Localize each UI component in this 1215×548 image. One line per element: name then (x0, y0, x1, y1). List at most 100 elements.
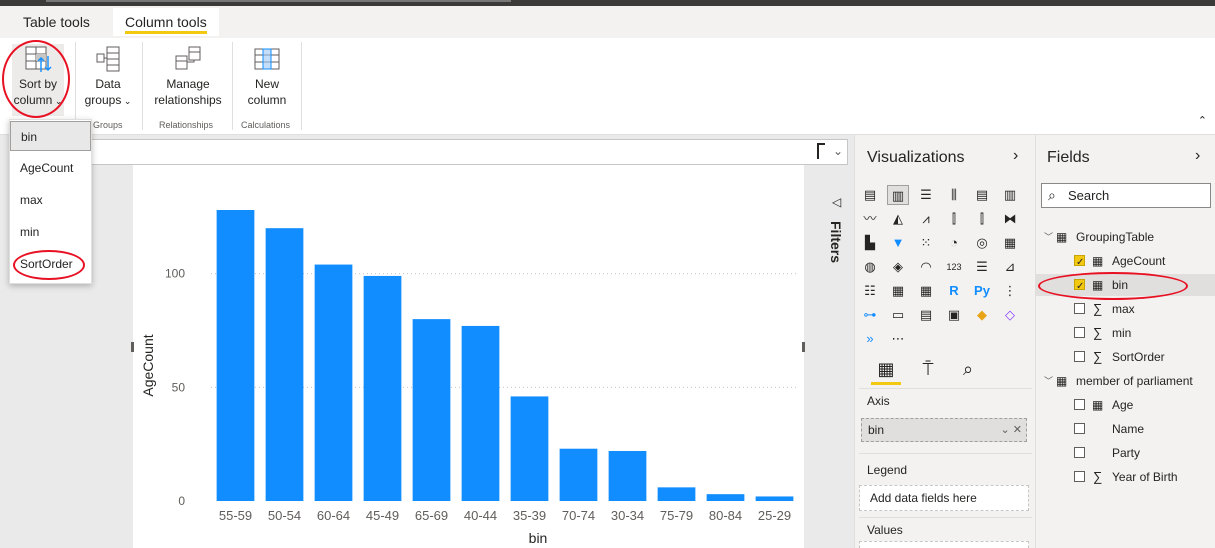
donut-chart-icon[interactable]: ◎ (971, 233, 993, 253)
legend-well-dropzone[interactable]: Add data fields here (859, 485, 1029, 511)
bar[interactable] (363, 275, 402, 501)
sort-by-column-button[interactable]: Sort by column ⌄ (12, 44, 64, 116)
menu-item-agecount[interactable]: AgeCount (10, 153, 91, 183)
bar[interactable] (755, 496, 794, 501)
menu-item-max[interactable]: max (10, 185, 91, 215)
area-chart-icon[interactable]: ◭ (887, 209, 909, 229)
tab-table-tools[interactable]: Table tools (11, 8, 102, 36)
bar[interactable] (461, 325, 500, 501)
bar[interactable] (706, 494, 745, 501)
field-agecount[interactable]: ▦ AgeCount (1036, 250, 1215, 274)
checkbox[interactable] (1074, 423, 1085, 434)
r-script-visual-icon[interactable]: R (943, 281, 965, 301)
bar[interactable] (608, 450, 647, 501)
axis-well-field[interactable]: bin ⌄ ✕ (861, 418, 1027, 442)
checkbox[interactable] (1074, 276, 1085, 298)
table-member-of-parliament[interactable]: ﹀ ▦ member of parliament (1036, 370, 1215, 392)
bar[interactable] (510, 396, 549, 501)
slicer-icon[interactable]: ☷ (859, 281, 881, 301)
100-stacked-bar-chart-icon[interactable]: ▤ (971, 185, 993, 205)
new-column-button[interactable]: New column (240, 44, 294, 108)
menu-item-sortorder[interactable]: SortOrder (10, 249, 91, 279)
table-icon[interactable]: ▦ (887, 281, 909, 301)
data-groups-button[interactable]: Data groups ⌄ (80, 44, 136, 109)
resize-handle-right[interactable] (802, 342, 805, 352)
clustered-column-chart-icon[interactable]: ⫼ (943, 185, 965, 205)
fields-tab-icon[interactable]: ▦ (869, 355, 903, 385)
field-max[interactable]: ∑ max (1036, 298, 1215, 320)
menu-item-bin[interactable]: bin (10, 121, 91, 151)
stacked-column-chart-icon[interactable]: ▥ (887, 185, 909, 205)
field-min[interactable]: ∑ min (1036, 322, 1215, 344)
formula-bar[interactable]: ⌄ (90, 139, 848, 165)
bar-chart-visual[interactable]: 0 50 100 55-59 50-54 60-64 45-49 65-69 40-44 35-3… (133, 165, 804, 548)
field-sortorder[interactable]: ∑ SortOrder (1036, 346, 1215, 368)
line-chart-icon[interactable]: 〰 (859, 209, 881, 229)
menu-item-min[interactable]: min (10, 217, 91, 247)
multi-row-card-icon[interactable]: ☰ (971, 257, 993, 277)
bar[interactable] (559, 448, 598, 501)
power-automate-icon[interactable]: » (859, 329, 881, 349)
checkbox[interactable] (1074, 327, 1085, 338)
field-bin[interactable]: ▦ bin (1036, 274, 1215, 298)
bar[interactable] (265, 228, 304, 501)
card-icon[interactable]: 123 (943, 257, 965, 277)
kpi-icon[interactable]: ⊿ (999, 257, 1021, 277)
table-grouping-table[interactable]: ﹀ ▦ GroupingTable (1036, 226, 1215, 248)
collapse-ribbon-icon[interactable]: ⌃ (1198, 114, 1207, 127)
tab-column-tools[interactable]: Column tools (113, 8, 219, 36)
checkbox[interactable] (1074, 351, 1085, 362)
treemap-icon[interactable]: ▦ (999, 233, 1021, 253)
python-visual-icon[interactable]: Py (971, 281, 993, 301)
bar[interactable] (216, 210, 255, 501)
checkbox[interactable] (1074, 252, 1085, 274)
line-and-stacked-column-chart-icon[interactable]: ⫿ (971, 209, 993, 229)
stacked-area-chart-icon[interactable]: ⩘ (915, 209, 937, 229)
more-visuals-icon[interactable]: ⋯ (887, 329, 909, 349)
manage-relationships-button[interactable]: Manage relationships (150, 44, 226, 108)
waterfall-chart-icon[interactable]: ▙ (859, 233, 881, 253)
qa-icon[interactable]: ▭ (887, 305, 909, 325)
gauge-icon[interactable]: ◠ (915, 257, 937, 277)
bar[interactable] (412, 319, 451, 501)
analytics-magnifier-icon[interactable]: ⌕ (951, 355, 985, 383)
checkbox[interactable] (1074, 303, 1085, 314)
ribbon-chart-icon[interactable]: ⧓ (999, 209, 1021, 229)
chevron-right-icon[interactable]: › (1195, 147, 1200, 165)
decomposition-tree-icon[interactable]: ⊶ (859, 305, 881, 325)
chevron-right-icon[interactable]: › (1013, 147, 1018, 165)
chevron-down-icon[interactable]: ﹀ (1044, 226, 1053, 248)
key-influencers-icon[interactable]: ⋮ (999, 281, 1021, 301)
field-year-of-birth[interactable]: ∑ Year of Birth (1036, 466, 1215, 488)
stacked-bar-chart-icon[interactable]: ▤ (859, 185, 881, 205)
arcgis-map-icon[interactable]: ◆ (971, 305, 993, 325)
smart-narrative-icon[interactable]: ▤ (915, 305, 937, 325)
field-search-input[interactable]: ⌕ Search (1041, 183, 1211, 208)
checkbox[interactable] (1074, 447, 1085, 458)
format-paint-roller-icon[interactable]: ⍑ (911, 355, 945, 383)
scatter-chart-icon[interactable]: ⁙ (915, 233, 937, 253)
chevron-down-icon[interactable]: ﹀ (1044, 370, 1053, 392)
map-icon[interactable]: ◍ (859, 257, 881, 277)
bar[interactable] (657, 487, 696, 501)
filters-strip[interactable]: ◁ Filters (818, 185, 854, 548)
checkbox[interactable] (1074, 471, 1085, 482)
pie-chart-icon[interactable]: ◔ (943, 233, 965, 253)
funnel-chart-icon[interactable]: ▼ (887, 233, 909, 253)
matrix-icon[interactable]: ▦ (915, 281, 937, 301)
paginated-report-icon[interactable]: ▣ (943, 305, 965, 325)
clustered-bar-chart-icon[interactable]: ☰ (915, 185, 937, 205)
field-age[interactable]: ▦ Age (1036, 394, 1215, 416)
bar[interactable] (314, 264, 353, 501)
power-apps-icon[interactable]: ◇ (999, 305, 1021, 325)
remove-field-icon[interactable]: ⌄ ✕ (1001, 419, 1023, 441)
line-and-column-chart-icon[interactable]: ⫿ (943, 209, 965, 229)
chevron-down-icon[interactable]: ⌄ (833, 144, 843, 158)
field-party[interactable]: Party (1036, 442, 1215, 464)
field-name-column[interactable]: Name (1036, 418, 1215, 440)
resize-handle-left[interactable] (131, 342, 134, 352)
filled-map-icon[interactable]: ◈ (887, 257, 909, 277)
values-well-dropzone[interactable] (859, 541, 1029, 548)
checkbox[interactable] (1074, 399, 1085, 410)
100-stacked-column-chart-icon[interactable]: ▥ (999, 185, 1021, 205)
